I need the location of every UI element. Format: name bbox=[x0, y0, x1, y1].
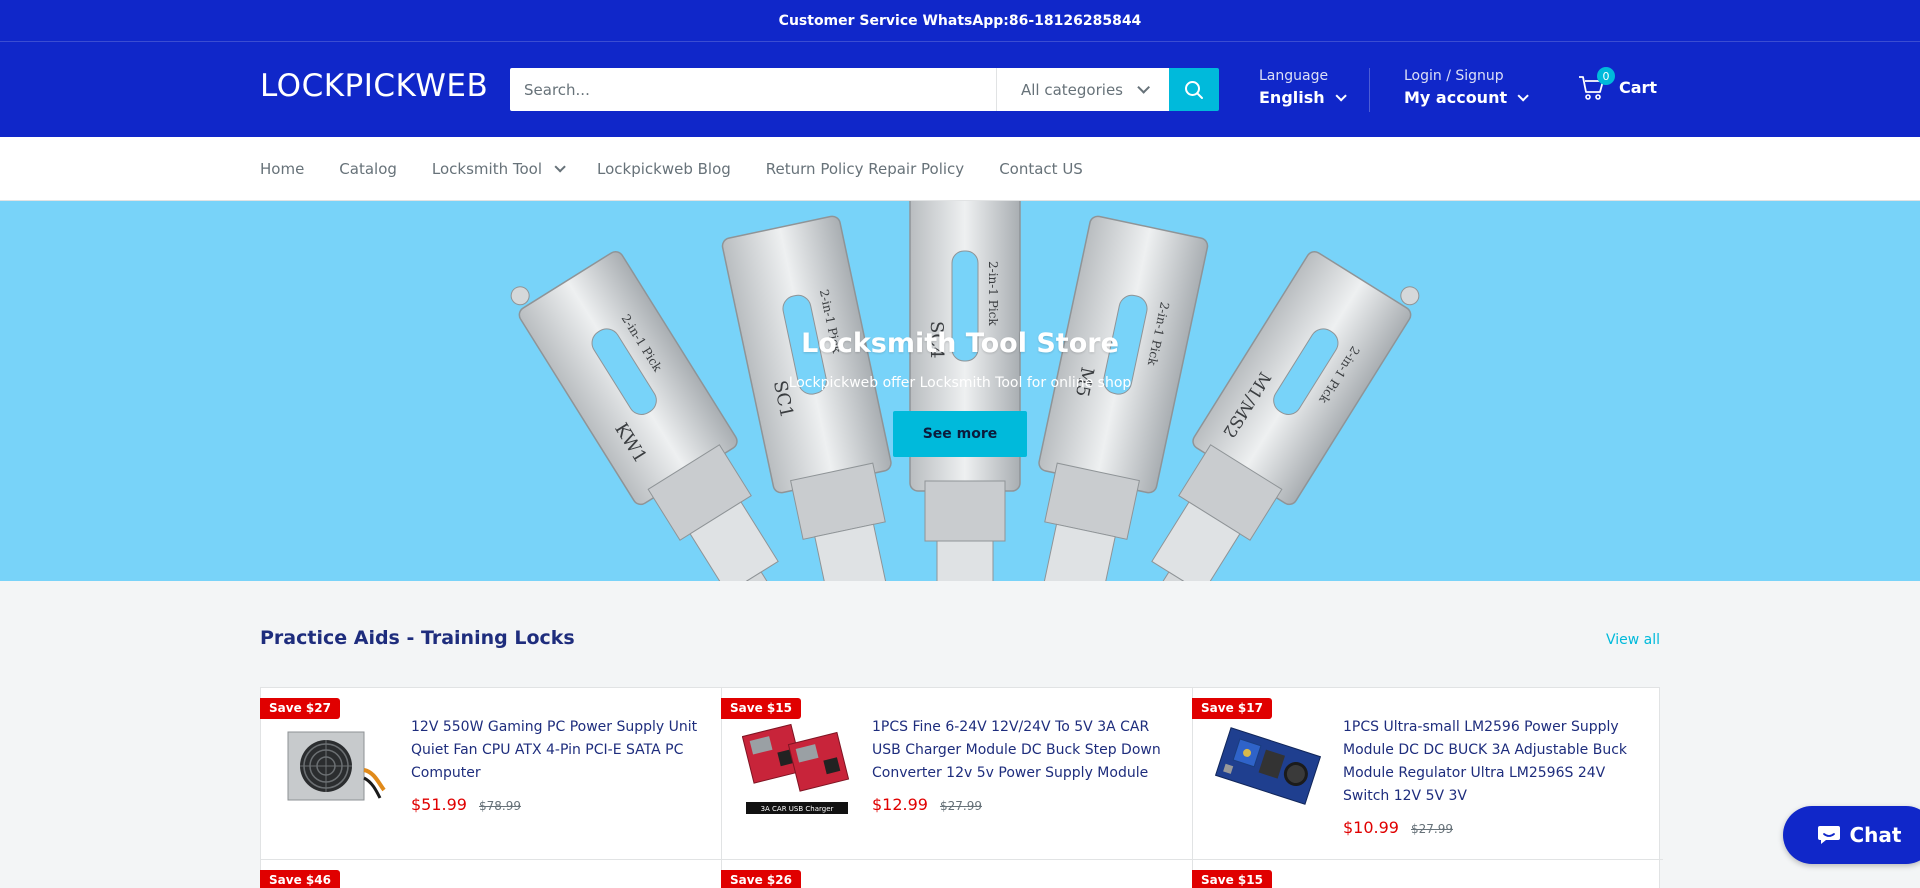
product-title[interactable]: 12V 550W Gaming PC Power Supply Unit Qui… bbox=[411, 716, 701, 785]
sale-badge: Save $17 bbox=[1192, 698, 1272, 719]
see-more-button[interactable]: See more bbox=[892, 411, 1028, 457]
nav-label: Home bbox=[260, 159, 305, 178]
search-bar: All categories bbox=[510, 68, 1219, 111]
account-label: Login / Signup bbox=[1404, 68, 1504, 84]
nav-label: Return Policy Repair Policy bbox=[765, 159, 965, 178]
search-icon bbox=[1185, 80, 1203, 99]
cart-link[interactable]: 0 Cart bbox=[1577, 67, 1658, 101]
search-input[interactable] bbox=[510, 68, 996, 111]
view-all-link[interactable]: View all bbox=[1606, 632, 1660, 648]
chevron-down-icon bbox=[1335, 89, 1347, 102]
pick-label: 2-in-1 Pick bbox=[986, 261, 1000, 326]
buck-module-image bbox=[1214, 727, 1322, 805]
announcement-bar: Customer Service WhatsApp:86-18126285844 bbox=[0, 0, 1920, 42]
cart-icon: 0 bbox=[1577, 67, 1615, 101]
sale-badge: Save $26 bbox=[721, 870, 801, 888]
category-select-value: All categories bbox=[1021, 80, 1123, 99]
power-supply-image bbox=[287, 731, 386, 801]
cart-count-badge: 0 bbox=[1597, 67, 1615, 85]
hero-subtitle: Lockpickweb offer Locksmith Tool for onl… bbox=[788, 375, 1132, 391]
chevron-down-icon bbox=[1137, 81, 1150, 94]
chevron-down-icon bbox=[554, 160, 566, 173]
product-image[interactable] bbox=[281, 716, 391, 816]
nav-label: Locksmith Tool bbox=[431, 159, 542, 178]
compare-price: $27.99 bbox=[1410, 822, 1453, 836]
sale-badge: Save $15 bbox=[1192, 870, 1272, 888]
nav-item-return-policy[interactable]: Return Policy Repair Policy bbox=[766, 160, 964, 178]
search-button[interactable] bbox=[1169, 68, 1219, 111]
usb-charger-module-image: 3A CAR USB Charger bbox=[742, 723, 850, 814]
sale-badge: Save $27 bbox=[260, 698, 340, 719]
compare-price: $27.99 bbox=[939, 799, 982, 813]
logo[interactable]: LOCKPICKWEB bbox=[260, 68, 488, 104]
nav-item-locksmith-tool[interactable]: Locksmith Tool bbox=[431, 159, 566, 178]
account-menu[interactable]: Login / Signup My account bbox=[1404, 68, 1529, 107]
product-image[interactable]: 3A CAR USB Charger bbox=[742, 716, 852, 816]
product-price: $10.99 bbox=[1343, 818, 1399, 837]
nav-item-blog[interactable]: Lockpickweb Blog bbox=[597, 160, 731, 178]
language-label: Language bbox=[1259, 68, 1329, 84]
cart-label: Cart bbox=[1619, 77, 1658, 97]
product-grid: Save $27 12V 550W Gaming PC Power Supply… bbox=[260, 687, 1663, 888]
product-card[interactable]: Save $15 3A CAR USB Charger 1PCS Fine 6-… bbox=[721, 688, 1193, 860]
header-divider bbox=[1369, 68, 1370, 112]
nav-item-home[interactable]: Home bbox=[260, 160, 304, 178]
product-card[interactable]: Save $15 bbox=[1192, 860, 1663, 888]
section-title: Practice Aids - Training Locks bbox=[260, 627, 575, 649]
chat-icon bbox=[1817, 826, 1840, 844]
compare-price: $78.99 bbox=[478, 799, 521, 813]
nav-item-catalog[interactable]: Catalog bbox=[339, 160, 397, 178]
nav-item-contact[interactable]: Contact US bbox=[999, 160, 1083, 178]
header: LOCKPICKWEB All categories Language Engl… bbox=[0, 42, 1920, 137]
sale-badge: Save $15 bbox=[721, 698, 801, 719]
product-price: $51.99 bbox=[411, 795, 467, 814]
product-card[interactable]: Save $17 1PCS Ultra-small LM2596 Power S bbox=[1192, 688, 1663, 860]
hero-banner: KW1 2-in-1 Pick SC1 2-in-1 Pick SC4 2-in… bbox=[0, 201, 1920, 581]
language-selector[interactable]: Language English bbox=[1259, 68, 1347, 107]
product-card[interactable]: Save $46 bbox=[260, 860, 722, 888]
nav-label: Contact US bbox=[999, 159, 1083, 178]
product-card[interactable]: Save $27 12V 550W Gaming PC Power Supply… bbox=[260, 688, 722, 860]
main-nav: Home Catalog Locksmith Tool Lockpickweb … bbox=[0, 137, 1920, 201]
language-value: English bbox=[1259, 88, 1325, 107]
product-section: Practice Aids - Training Locks View all … bbox=[0, 581, 1920, 888]
hero-title: Locksmith Tool Store bbox=[801, 328, 1119, 359]
product-title[interactable]: 1PCS Fine 6-24V 12V/24V To 5V 3A CAR USB… bbox=[872, 716, 1172, 785]
category-select[interactable]: All categories bbox=[996, 68, 1169, 111]
chat-button[interactable]: Chat bbox=[1783, 806, 1920, 864]
account-value: My account bbox=[1404, 88, 1508, 107]
sale-badge: Save $46 bbox=[260, 870, 340, 888]
hero-content: Locksmith Tool Store Lockpickweb offer L… bbox=[0, 328, 1920, 457]
chat-label: Chat bbox=[1849, 823, 1902, 847]
product-title[interactable]: 1PCS Ultra-small LM2596 Power Supply Mod… bbox=[1343, 716, 1643, 808]
nav-label: Lockpickweb Blog bbox=[597, 159, 731, 178]
nav-label: Catalog bbox=[339, 159, 397, 178]
chevron-down-icon bbox=[1517, 89, 1529, 102]
image-caption: 3A CAR USB Charger bbox=[761, 805, 834, 813]
product-price: $12.99 bbox=[872, 795, 928, 814]
product-card[interactable]: Save $26 bbox=[721, 860, 1193, 888]
product-image[interactable] bbox=[1213, 716, 1323, 816]
announcement-text: Customer Service WhatsApp:86-18126285844 bbox=[778, 12, 1142, 29]
